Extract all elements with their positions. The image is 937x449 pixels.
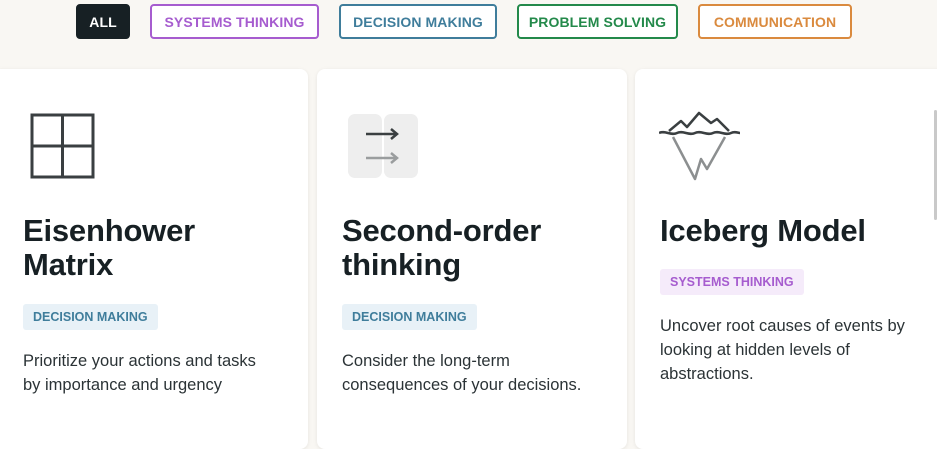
card-second-order-thinking[interactable]: Second-order thinking DECISION MAKING Co… [317,69,627,449]
card-description-line: looking at hidden levels of [660,341,850,359]
card-title: Iceberg Model [660,214,866,248]
card-eisenhower-matrix[interactable]: Eisenhower Matrix DECISION MAKING Priori… [0,69,308,449]
category-tag: DECISION MAKING [342,304,477,330]
card-title-line: Iceberg Model [660,213,866,248]
card-iceberg-model[interactable]: Iceberg Model SYSTEMS THINKING Uncover r… [635,69,937,449]
card-title-line: Eisenhower [23,213,195,248]
card-description: Uncover root causes of events by looking… [660,314,905,386]
card-description-line: consequences of your decisions. [342,376,582,394]
filter-problem-solving-button[interactable]: PROBLEM SOLVING [517,4,678,39]
card-description: Consider the long-term consequences of y… [342,349,581,397]
card-title: Second-order thinking [342,214,541,282]
arrows-right-icon [348,114,418,185]
iceberg-icon [658,111,741,188]
card-description: Prioritize your actions and tasks by imp… [23,349,256,397]
card-title-line: Second-order [342,213,542,248]
card-description-line: Prioritize your actions and tasks [23,352,256,370]
filter-communication-button[interactable]: COMMUNICATION [698,4,852,39]
grid-matrix-icon [30,113,96,184]
card-title-line: Matrix [23,247,114,282]
card-description-line: Uncover root causes of events by [660,317,905,335]
filter-decision-making-button[interactable]: DECISION MAKING [339,4,497,39]
category-tag: DECISION MAKING [23,304,158,330]
card-title: Eisenhower Matrix [23,214,195,282]
filter-systems-thinking-button[interactable]: SYSTEMS THINKING [150,4,319,39]
card-description-line: by importance and urgency [23,376,223,394]
card-title-line: thinking [342,247,461,282]
filter-all-button[interactable]: ALL [76,4,130,39]
card-description-line: Consider the long-term [342,352,510,370]
card-description-line: abstractions. [660,365,754,383]
category-tag: SYSTEMS THINKING [660,269,804,295]
